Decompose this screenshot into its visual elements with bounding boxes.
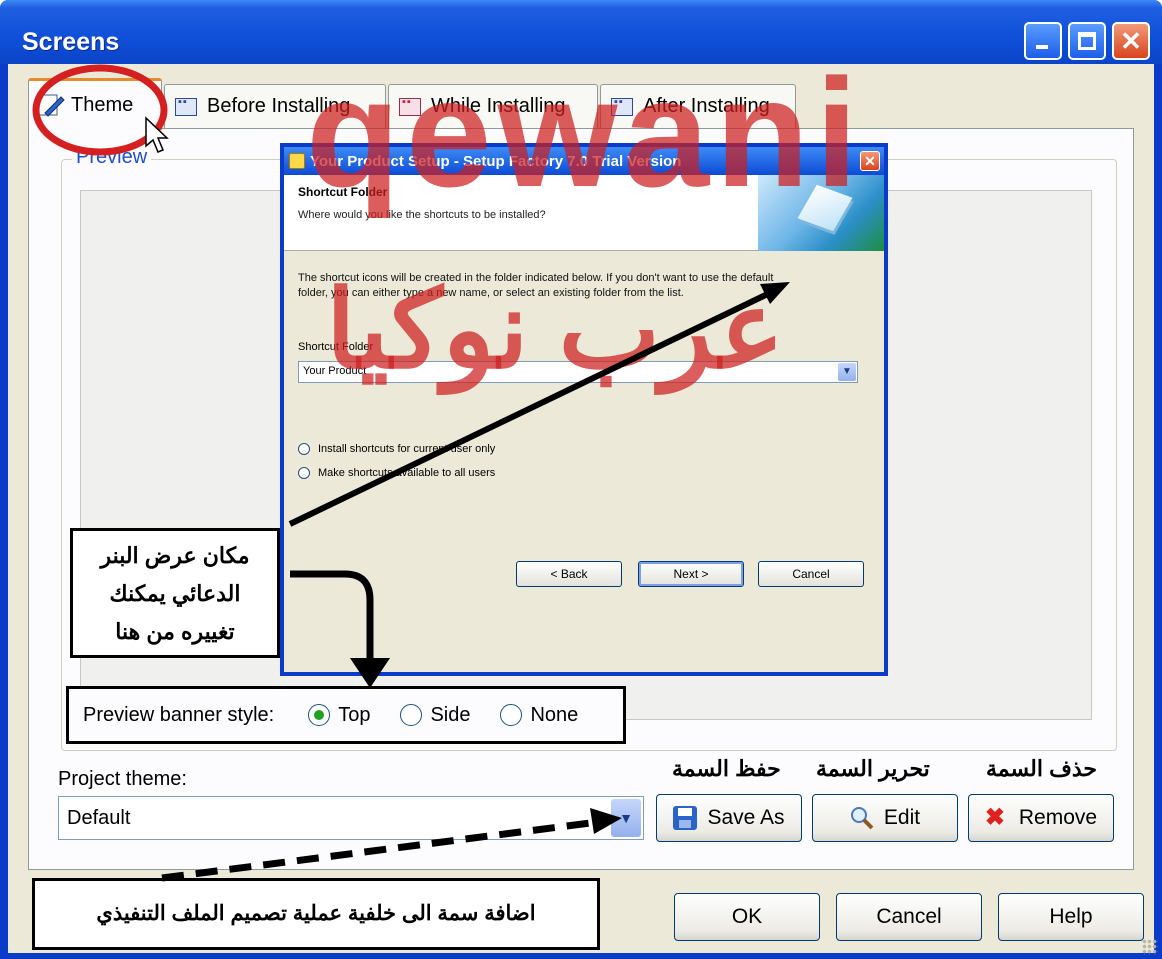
tab-theme-label: Theme <box>71 94 134 116</box>
help-button[interactable]: Help <box>998 893 1144 941</box>
project-theme-label: Project theme: <box>58 768 187 790</box>
ok-button[interactable]: OK <box>674 893 820 941</box>
radio-side-label: Side <box>430 703 471 726</box>
radio-none-label: None <box>530 703 579 726</box>
minimize-icon <box>1036 45 1048 49</box>
chevron-down-icon[interactable]: ▼ <box>611 799 641 837</box>
tab-theme[interactable]: Theme <box>28 78 162 130</box>
radio-all-users-label: Make shortcuts available to all users <box>318 467 496 479</box>
annotation-edit-theme: تحرير السمة <box>816 756 930 781</box>
radio-indicator <box>400 704 423 726</box>
screens-window: Screens ✕ Theme Before Installing While … <box>0 0 1162 959</box>
remove-button[interactable]: ✖ Remove <box>968 794 1114 842</box>
annotation-banner-place: مكان عرض البنر الدعائي يمكنك تغييره من ه… <box>70 528 280 658</box>
radio-side[interactable]: Side <box>400 704 470 727</box>
project-theme-value: Default <box>67 807 131 829</box>
screen-icon <box>175 96 197 116</box>
cancel-label: Cancel <box>876 905 942 928</box>
save-as-label: Save As <box>707 806 785 829</box>
setup-cancel-button: Cancel <box>758 561 864 587</box>
edit-label: Edit <box>883 806 921 829</box>
save-disk-icon <box>673 806 698 830</box>
watermark-latin: qewani <box>305 47 864 219</box>
setup-preview-dialog: Your Product Setup - Setup Factory 7.0 T… <box>280 143 888 676</box>
edit-button[interactable]: Edit <box>812 794 958 842</box>
setup-back-button: < Back <box>516 561 622 587</box>
save-as-button[interactable]: Save As <box>656 794 802 842</box>
magnifier-icon <box>850 806 874 830</box>
radio-selected-indicator <box>308 704 331 726</box>
annotation-add-theme: اضافة سمة الى خلفية عملية تصميم الملف ال… <box>32 878 600 950</box>
help-label: Help <box>1049 905 1093 928</box>
minimize-button[interactable] <box>1024 22 1062 60</box>
annotation-line: الدعائي يمكنك <box>109 581 241 606</box>
radio-none[interactable]: None <box>500 704 578 727</box>
annotation-save-theme: حفظ السمة <box>672 756 781 781</box>
cancel-button[interactable]: Cancel <box>836 893 982 941</box>
radio-indicator <box>500 704 523 726</box>
project-theme-select[interactable]: Default ▼ <box>58 796 644 840</box>
window-title: Screens <box>22 28 120 56</box>
maximize-icon <box>1078 32 1096 50</box>
close-button[interactable]: ✕ <box>1112 22 1150 60</box>
annotation-delete-theme: حذف السمة <box>986 756 1098 781</box>
banner-style-label: Preview banner style: <box>83 703 275 726</box>
radio-current-user-label: Install shortcuts for current user only <box>318 443 496 455</box>
close-icon: ✕ <box>1120 25 1142 56</box>
radio-all-users: Make shortcuts available to all users <box>298 467 495 479</box>
ok-label: OK <box>731 905 763 928</box>
remove-label: Remove <box>1018 806 1098 829</box>
annotation-line: مكان عرض البنر <box>100 543 250 568</box>
x-icon: ✖ <box>984 804 1005 831</box>
watermark-arabic: عرب نوكيا <box>325 269 785 390</box>
radio-current-user: Install shortcuts for current user only <box>298 443 495 455</box>
banner-style-row: Preview banner style: Top Side None <box>66 686 626 744</box>
resize-grip[interactable] <box>1142 939 1158 955</box>
radio-top[interactable]: Top <box>308 704 370 727</box>
annotation-line: تغييره من هنا <box>115 619 235 644</box>
pencil-icon <box>37 93 65 119</box>
maximize-button[interactable] <box>1068 22 1106 60</box>
setup-next-button: Next > <box>638 561 744 587</box>
radio-top-label: Top <box>338 703 371 726</box>
preview-group-label: Preview <box>72 146 152 169</box>
